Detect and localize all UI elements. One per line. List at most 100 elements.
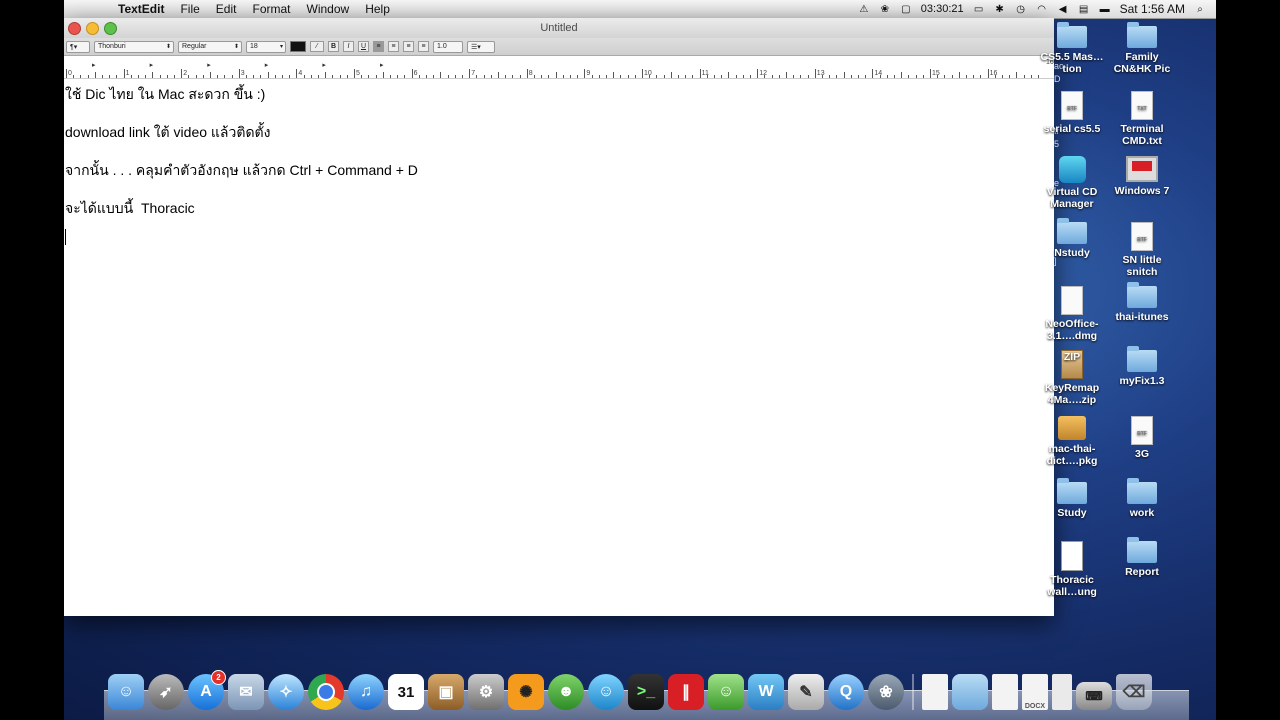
desktop-icon-dmg[interactable]: NeoOffice-3.1….dmg [1037, 286, 1107, 342]
desktop-icon-parallels[interactable]: Windows 7 [1107, 156, 1177, 197]
align-center-button[interactable]: ≡ [388, 41, 399, 52]
ruler-minor-tick [778, 75, 780, 78]
desktop-icon-rtf[interactable]: RTF 3G [1107, 416, 1177, 460]
parallels-icon[interactable]: ∥ [668, 674, 704, 710]
people-icon[interactable]: ☺ [708, 674, 744, 710]
app-store-icon[interactable]: A2 [188, 670, 226, 710]
paragraph-style-menu[interactable]: ¶▾ [66, 40, 90, 53]
highlight-color-button[interactable]: ⁄ [310, 41, 324, 52]
ical-icon[interactable]: 31 [388, 674, 424, 710]
bold-button[interactable]: B [328, 41, 339, 52]
close-button[interactable] [68, 22, 81, 35]
document-line: ใช้ Dic ไทย ใน Mac สะดวก ขึ้น :) [65, 86, 266, 102]
paw-app-icon[interactable]: ❀ [868, 674, 904, 710]
ruler-minor-tick [548, 75, 550, 78]
file-type-label: RTF [1137, 237, 1147, 243]
iphoto-icon[interactable]: ▣ [428, 674, 464, 710]
line-spacing-select[interactable]: 1.0 [433, 40, 463, 53]
document-line: จากนั้น . . . คลุมคำตัวอังกฤษ แล้วกด Ctr… [65, 162, 418, 178]
trash-icon[interactable]: ⌫ [1116, 674, 1152, 710]
italic-button[interactable]: I [343, 41, 354, 52]
justify-button[interactable]: ≡ [418, 41, 429, 52]
list-style-menu[interactable]: ☰▾ [467, 40, 495, 53]
desktop-icon-rtf[interactable]: RTF serial cs5.5 [1037, 91, 1107, 135]
menu-textedit[interactable]: TextEdit [110, 0, 172, 18]
align-left-button[interactable]: ≡ [373, 41, 384, 52]
pinwheel-app-icon[interactable]: ✺ [508, 674, 544, 710]
desktop-icon-pkg[interactable]: mac-thai-dict….pkg [1037, 416, 1107, 467]
folder-stack-icon[interactable] [952, 674, 988, 710]
tab-stop-marker[interactable]: ▸ [92, 61, 96, 69]
timer-readout[interactable]: 03:30:21 [921, 3, 964, 15]
menu-clock[interactable]: Sat 1:56 AM [1120, 2, 1185, 16]
mail-icon[interactable]: ✉ [228, 674, 264, 710]
tab-stop-marker[interactable]: ▸ [207, 61, 211, 69]
underline-button[interactable]: U [358, 41, 369, 52]
tab-stop-marker[interactable]: ▸ [150, 61, 154, 69]
terminal-icon[interactable]: >_ [628, 674, 664, 710]
desktop-icon-txt[interactable]: TXT Terminal CMD.txt [1107, 91, 1177, 147]
title-bar[interactable]: Untitled [64, 18, 1054, 38]
menu-edit[interactable]: Edit [208, 0, 245, 18]
word-icon[interactable]: W [748, 674, 784, 710]
document-stack-icon[interactable] [922, 674, 948, 710]
chrome-icon[interactable] [308, 674, 344, 710]
flag-icon[interactable]: ▤ [1078, 4, 1090, 15]
keyboard-stack-icon[interactable]: ⌨ [1076, 682, 1112, 710]
tab-stop-marker[interactable]: ▸ [265, 61, 269, 69]
time-machine-icon[interactable]: ◷ [1015, 4, 1027, 15]
desktop-icon-folder[interactable]: myFix1.3 [1107, 346, 1177, 387]
desktop-icon-folder[interactable]: Report [1107, 537, 1177, 578]
menu-format[interactable]: Format [244, 0, 298, 18]
desktop-icon-label: serial cs5.5 [1043, 123, 1101, 135]
warning-icon[interactable]: ⚠ [858, 4, 870, 15]
system-preferences-icon[interactable]: ⚙ [468, 674, 504, 710]
desktop-icon-rtf[interactable]: RTF SN little snitch [1107, 222, 1177, 278]
messenger-icon[interactable]: ☺ [588, 674, 624, 710]
document-body[interactable]: ใช้ Dic ไทย ใน Mac สะดวก ขึ้น :) downloa… [64, 79, 1054, 245]
spotlight-search-icon[interactable]: ⌕ [1194, 4, 1206, 15]
minimize-button[interactable] [86, 22, 99, 35]
finder-icon[interactable]: ☺ [108, 674, 144, 710]
desktop-icon-folder[interactable]: Family CN&HK Pic [1107, 22, 1177, 75]
bluetooth-icon[interactable]: ✱ [994, 4, 1006, 15]
file-stack-icon[interactable] [1052, 674, 1072, 710]
volume-icon[interactable]: ◀ [1057, 4, 1069, 15]
desktop-icon-folder[interactable]: Nstudy [1037, 218, 1107, 259]
menu-help[interactable]: Help [357, 0, 398, 18]
desktop-icon-document[interactable]: Thoracic wall…ung [1037, 541, 1107, 598]
desktop-icon-app[interactable]: Virtual CD Manager [1037, 156, 1107, 210]
desktop-icon-folder[interactable]: Study [1037, 478, 1107, 519]
text-color-well[interactable] [290, 41, 306, 52]
font-size-field[interactable]: 18 ▾ [246, 40, 286, 53]
document-stack-icon[interactable] [992, 674, 1018, 710]
ruler[interactable]: 0 1 2 3 4 5 6 7 8 9 10 11 12 13 14 15 16 ▸ ▸ ▸ ▸ ▸ ▸ 16 [64, 56, 1054, 79]
desktop-icon-folder[interactable]: work [1107, 478, 1177, 519]
menu-window[interactable]: Window [299, 0, 358, 18]
zoom-button[interactable] [104, 22, 117, 35]
desktop-icon-zip[interactable]: ZIP KeyRemap 4Ma….zip [1037, 350, 1107, 406]
tab-stop-marker[interactable]: ▸ [322, 61, 326, 69]
textedit-icon[interactable]: ✎ [788, 674, 824, 710]
tab-stop-marker[interactable]: ▸ [380, 61, 384, 69]
align-right-button[interactable]: ≡ [403, 41, 414, 52]
docx-file-icon[interactable]: DOCX [1022, 674, 1048, 710]
window-icon[interactable]: ▢ [900, 4, 912, 15]
wifi-icon[interactable]: ◠ [1036, 4, 1048, 15]
font-family-select[interactable]: Thonburi ⬍ [94, 40, 174, 53]
ruler-minor-tick [73, 75, 75, 78]
ruler-major-tick [814, 69, 816, 78]
desktop-icon-folder[interactable]: thai-itunes [1107, 282, 1177, 323]
display-icon[interactable]: ▭ [973, 4, 985, 15]
menu-file[interactable]: File [172, 0, 207, 18]
paw-icon[interactable]: ❀ [879, 4, 891, 15]
typeface-select[interactable]: Regular ⬍ [178, 40, 242, 53]
quicktime-icon[interactable]: Q [828, 674, 864, 710]
itunes-icon[interactable]: ♫ [348, 674, 384, 710]
file-type-label: ZIP [1063, 351, 1081, 363]
launchpad-icon[interactable]: ➶ [148, 674, 184, 710]
safari-icon[interactable]: ✧ [268, 674, 304, 710]
battery-icon[interactable]: ▬ [1099, 4, 1111, 15]
desktop-icon-folder[interactable]: CS5.5 Mas…tion [1037, 22, 1107, 75]
adium-icon[interactable]: ☻ [548, 674, 584, 710]
